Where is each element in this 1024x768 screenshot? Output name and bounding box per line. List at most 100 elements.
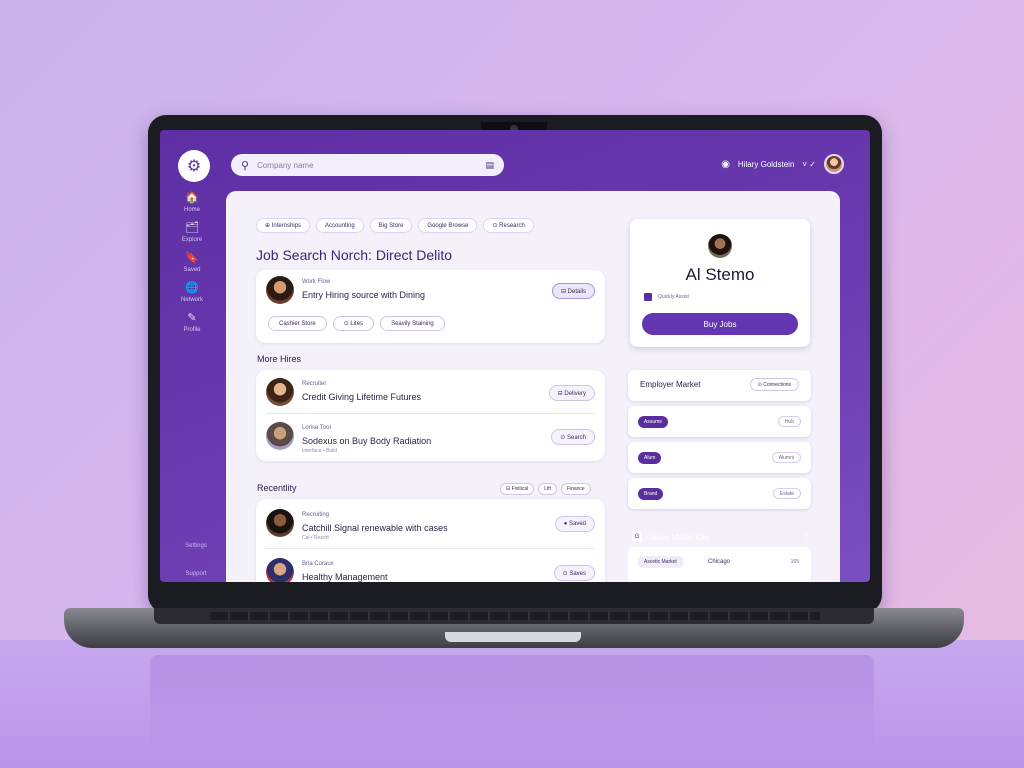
top-bar: ⚲ Company name ▤ ◉ Hilary Goldstein ˅ ✓ xyxy=(224,130,870,186)
list-item[interactable]: Alum Alumni xyxy=(628,442,811,473)
bookmark-icon: 🔖 xyxy=(185,252,199,264)
tag[interactable]: Alumni xyxy=(771,452,801,463)
user-name: Hilary Goldstein xyxy=(737,159,795,169)
sidebar-item-network[interactable]: 🌐 Network xyxy=(168,282,216,303)
laptop-reflection xyxy=(150,655,874,755)
checkbox-label: Quickly Assist xyxy=(658,294,689,300)
tag[interactable]: Seavily Staining xyxy=(380,316,445,331)
profile-name: Al Stemo xyxy=(685,265,755,284)
filter-chip[interactable]: ⊕ Internships xyxy=(256,218,311,233)
home-icon: 🏠 xyxy=(185,192,199,204)
filter-chip[interactable]: ⊟ Fixitical xyxy=(500,483,535,495)
city-card[interactable]: Ascetic Market Chicago 165 xyxy=(628,547,811,582)
job-subtitle: Recruiter xyxy=(302,381,327,387)
employer-market-header: Employer Market ⊙ Connections xyxy=(628,370,811,401)
city-value: Chicago xyxy=(708,559,731,565)
sidebar-item-label: Explore xyxy=(181,237,203,243)
delivery-button[interactable]: ⊟ Delivery xyxy=(548,385,595,401)
search-bar[interactable]: ⚲ Company name ▤ xyxy=(231,154,504,176)
avatar xyxy=(266,422,294,450)
recent-jobs-card: Recruiting Catchill Signal renewable wit… xyxy=(256,499,605,582)
location-icon: G xyxy=(632,532,642,542)
job-subtitle: Work Flow xyxy=(302,279,331,285)
details-button[interactable]: ⊟ Details xyxy=(551,283,595,299)
job-title: Entry Hiring source with Dining xyxy=(302,290,426,300)
divider xyxy=(266,548,595,549)
tag-list: Cashier Store ⊙ Lites Seavily Staining xyxy=(268,316,445,331)
search-icon: ⚲ xyxy=(241,159,250,172)
list-item[interactable]: Bria Coraux Healthy Management ⊙ Saves xyxy=(266,552,595,582)
folder-icon: 🗂 xyxy=(185,222,199,234)
sidebar-settings-link[interactable]: Settings xyxy=(168,543,224,549)
filter-chip[interactable]: ⊙ Research xyxy=(483,218,534,233)
search-button[interactable]: ⊙ Search xyxy=(551,429,595,445)
avatar xyxy=(266,558,294,582)
globe-icon: 🌐 xyxy=(185,282,199,294)
avatar xyxy=(266,378,294,406)
job-title: Healthy Management xyxy=(302,572,388,582)
sidebar-item-label: Saved xyxy=(183,267,201,273)
featured-job-card[interactable]: Work Flow Entry Hiring source with Dinin… xyxy=(256,270,605,343)
chevron-down-icon[interactable]: ˅ ✓ xyxy=(802,160,816,169)
sidebar-item-home[interactable]: 🏠 Home xyxy=(168,192,216,213)
recent-filters: ⊟ Fixitical Lift Finance xyxy=(500,483,591,495)
tag[interactable]: Ascetic Market xyxy=(638,556,683,568)
job-title: Catchill Signal renewable with cases xyxy=(302,523,448,533)
notification-icon[interactable]: ◉ xyxy=(721,159,730,170)
quick-assist-checkbox[interactable]: Quickly Assist xyxy=(644,293,689,301)
avatar xyxy=(708,234,732,258)
job-title: Sodexus on Buy Body Radiation xyxy=(302,436,432,446)
sidebar-item-saved[interactable]: 🔖 Saved xyxy=(168,252,216,273)
checkbox-icon xyxy=(644,293,652,301)
avatar[interactable] xyxy=(824,154,844,174)
sidebar-item-label: Home xyxy=(183,207,200,213)
status-badge: Assume xyxy=(638,416,669,428)
user-menu[interactable]: ◉ Hilary Goldstein ˅ ✓ xyxy=(721,154,844,174)
edit-icon: ✎ xyxy=(187,312,197,324)
app-logo-icon[interactable]: ⚙ xyxy=(178,150,210,182)
tag[interactable]: ⊙ Lites xyxy=(332,316,375,331)
sidebar-item-profile[interactable]: ✎ Profile xyxy=(168,312,216,333)
list-item: Work Flow Entry Hiring source with Dinin… xyxy=(266,270,595,310)
filter-chip[interactable]: Accounting xyxy=(316,218,364,233)
buy-jobs-button[interactable]: Buy Jobs xyxy=(642,313,798,335)
laptop-notch xyxy=(445,632,581,642)
pin-icon[interactable]: ⊤ xyxy=(803,533,810,542)
sidebar-item-label: Network xyxy=(180,297,203,303)
tag[interactable]: Estate xyxy=(772,488,801,499)
saved-button[interactable]: ● Saved xyxy=(554,516,595,532)
more-hires-card: Recruiter Credit Giving Lifetime Futures… xyxy=(256,370,605,461)
list-item[interactable]: Lorise Tool Sodexus on Buy Body Radiatio… xyxy=(266,416,595,456)
job-subtitle: Lorise Tool xyxy=(302,425,331,431)
avatar xyxy=(266,509,294,537)
list-item[interactable]: Brand Estate xyxy=(628,478,811,509)
filter-chip[interactable]: Lift xyxy=(538,483,557,495)
filter-icon[interactable]: ▤ xyxy=(485,160,494,171)
sidebar-support-link[interactable]: Support xyxy=(168,571,224,577)
filter-chip[interactable]: Google Browse xyxy=(418,218,478,233)
section-title-more: More Hires xyxy=(257,354,302,364)
sidebar-item-label: Profile xyxy=(183,327,201,333)
section-title: Employer Market xyxy=(640,380,701,389)
search-input[interactable]: Company name xyxy=(257,161,477,170)
job-subtitle: Bria Coraux xyxy=(302,561,334,567)
city-section-header[interactable]: G Jasee Model City ⊤ xyxy=(632,529,810,545)
tag[interactable]: Hub xyxy=(777,416,801,427)
city-count: 165 xyxy=(790,559,799,565)
list-item[interactable]: Recruiting Catchill Signal renewable wit… xyxy=(266,503,595,543)
tag[interactable]: Cashier Store xyxy=(268,316,327,331)
job-subtitle: Recruiting xyxy=(302,512,330,518)
avatar xyxy=(266,276,294,304)
list-item[interactable]: Recruiter Credit Giving Lifetime Futures… xyxy=(266,372,595,412)
app-screen: ⚙ 🏠 Home 🗂 Explore 🔖 Saved 🌐 Network ✎ P… xyxy=(160,130,870,582)
sidebar-item-explore[interactable]: 🗂 Explore xyxy=(168,222,216,243)
status-badge: Brand xyxy=(638,488,664,500)
saves-button[interactable]: ⊙ Saves xyxy=(553,565,595,581)
filter-chip[interactable]: Finance xyxy=(560,483,591,495)
filter-chips: ⊕ Internships Accounting Big Store Googl… xyxy=(256,218,534,233)
list-item[interactable]: Assume Hub xyxy=(628,406,811,437)
filter-chip[interactable]: Big Store xyxy=(369,218,413,233)
section-title-recent: Recentlity xyxy=(257,483,297,493)
connections-button[interactable]: ⊙ Connections xyxy=(749,378,799,391)
divider xyxy=(266,413,595,414)
